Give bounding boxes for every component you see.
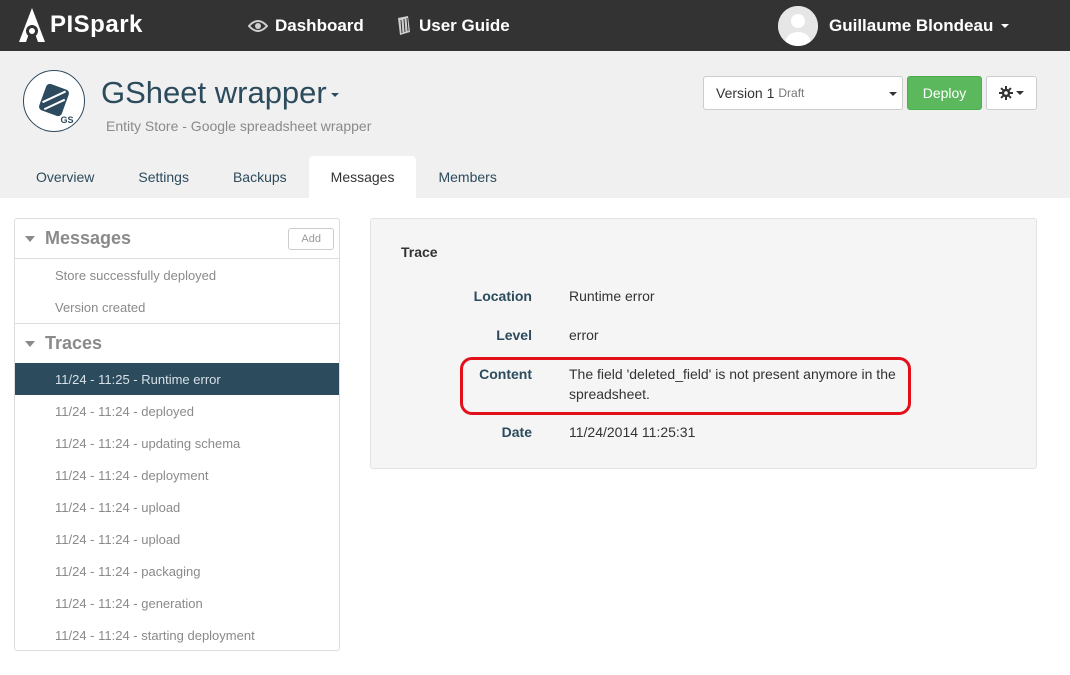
deploy-button[interactable]: Deploy xyxy=(907,76,982,110)
content-label: Content xyxy=(479,366,532,382)
avatar xyxy=(778,5,818,46)
user-menu[interactable]: Guillaume Blondeau xyxy=(778,0,1010,51)
trace-detail-title: Trace xyxy=(401,244,438,260)
collapse-triangle-icon xyxy=(25,235,35,242)
trace-item[interactable]: 11/24 - 11:24 - upload xyxy=(15,491,339,523)
traces-section-header[interactable]: Traces xyxy=(15,324,339,363)
traces-list: 11/24 - 11:25 - Runtime error 11/24 - 11… xyxy=(15,363,339,651)
gear-icon xyxy=(999,86,1013,100)
traces-section-title: Traces xyxy=(45,333,103,353)
messages-sidebar: Messages Add Store successfully deployed… xyxy=(14,218,340,651)
trace-item[interactable]: 11/24 - 11:24 - upload xyxy=(15,523,339,555)
content-value: The field 'deleted_field' is not present… xyxy=(569,366,896,402)
trace-item[interactable]: 11/24 - 11:24 - starting deployment xyxy=(15,619,339,651)
location-label: Location xyxy=(473,288,532,304)
api-title[interactable]: GSheet wrapper xyxy=(101,75,339,111)
message-item[interactable]: Store successfully deployed xyxy=(15,259,339,291)
level-label: Level xyxy=(496,327,532,343)
chevron-down-icon xyxy=(1016,91,1024,95)
version-select[interactable]: Version 1 Draft xyxy=(703,76,903,110)
message-item[interactable]: Version created xyxy=(15,291,339,323)
trace-item[interactable]: 11/24 - 11:24 - deployment xyxy=(15,459,339,491)
trace-item[interactable]: 11/24 - 11:24 - deployed xyxy=(15,395,339,427)
tab-backups[interactable]: Backups xyxy=(211,156,309,198)
settings-dropdown-button[interactable] xyxy=(986,76,1037,110)
level-value: error xyxy=(569,327,599,343)
location-value: Runtime error xyxy=(569,288,655,304)
api-header: GS GSheet wrapper Entity Store - Google … xyxy=(0,51,1070,198)
trace-item[interactable]: 11/24 - 11:25 - Runtime error xyxy=(15,363,339,395)
version-label: Version 1 xyxy=(716,85,775,101)
chevron-down-icon xyxy=(889,92,897,96)
apispark-logo-icon xyxy=(19,8,45,42)
nav-dashboard-link[interactable]: Dashboard xyxy=(248,0,364,51)
messages-list: Store successfully deployed Version crea… xyxy=(15,259,339,324)
collapse-triangle-icon xyxy=(25,340,35,347)
eye-icon xyxy=(248,19,268,33)
tab-overview[interactable]: Overview xyxy=(14,156,116,198)
date-value: 11/24/2014 11:25:31 xyxy=(569,424,696,440)
date-label: Date xyxy=(501,424,532,440)
trace-detail-panel: Trace Location Runtime error Level error… xyxy=(370,218,1037,469)
api-icon-badge: GS xyxy=(60,115,73,125)
api-title-text: GSheet wrapper xyxy=(101,75,327,110)
trace-item[interactable]: 11/24 - 11:24 - generation xyxy=(15,587,339,619)
api-icon: GS xyxy=(23,70,85,132)
tab-messages[interactable]: Messages xyxy=(308,156,417,198)
apispark-logo[interactable]: PISpark xyxy=(16,7,143,43)
chevron-down-icon xyxy=(1001,23,1010,28)
chevron-down-icon xyxy=(330,92,339,97)
trace-item[interactable]: 11/24 - 11:24 - packaging xyxy=(15,555,339,587)
top-navbar: PISpark Dashboard User Guide Guillaume B… xyxy=(0,0,1070,51)
add-message-button[interactable]: Add xyxy=(288,228,334,250)
api-tabs: Overview Settings Backups Messages Membe… xyxy=(14,156,519,198)
nav-user-guide-label: User Guide xyxy=(419,15,510,35)
api-subtitle: Entity Store - Google spreadsheet wrappe… xyxy=(106,118,372,134)
nav-user-guide-link[interactable]: User Guide xyxy=(396,0,510,51)
tab-settings[interactable]: Settings xyxy=(116,156,211,198)
nav-dashboard-label: Dashboard xyxy=(275,15,364,35)
user-name: Guillaume Blondeau xyxy=(829,15,994,35)
messages-section-header[interactable]: Messages Add xyxy=(15,219,339,259)
version-status: Draft xyxy=(778,86,805,100)
messages-section-title: Messages xyxy=(45,228,132,248)
book-icon xyxy=(396,15,412,36)
logo-text: PISpark xyxy=(50,11,143,38)
tab-members[interactable]: Members xyxy=(416,156,518,198)
trace-item[interactable]: 11/24 - 11:24 - updating schema xyxy=(15,427,339,459)
